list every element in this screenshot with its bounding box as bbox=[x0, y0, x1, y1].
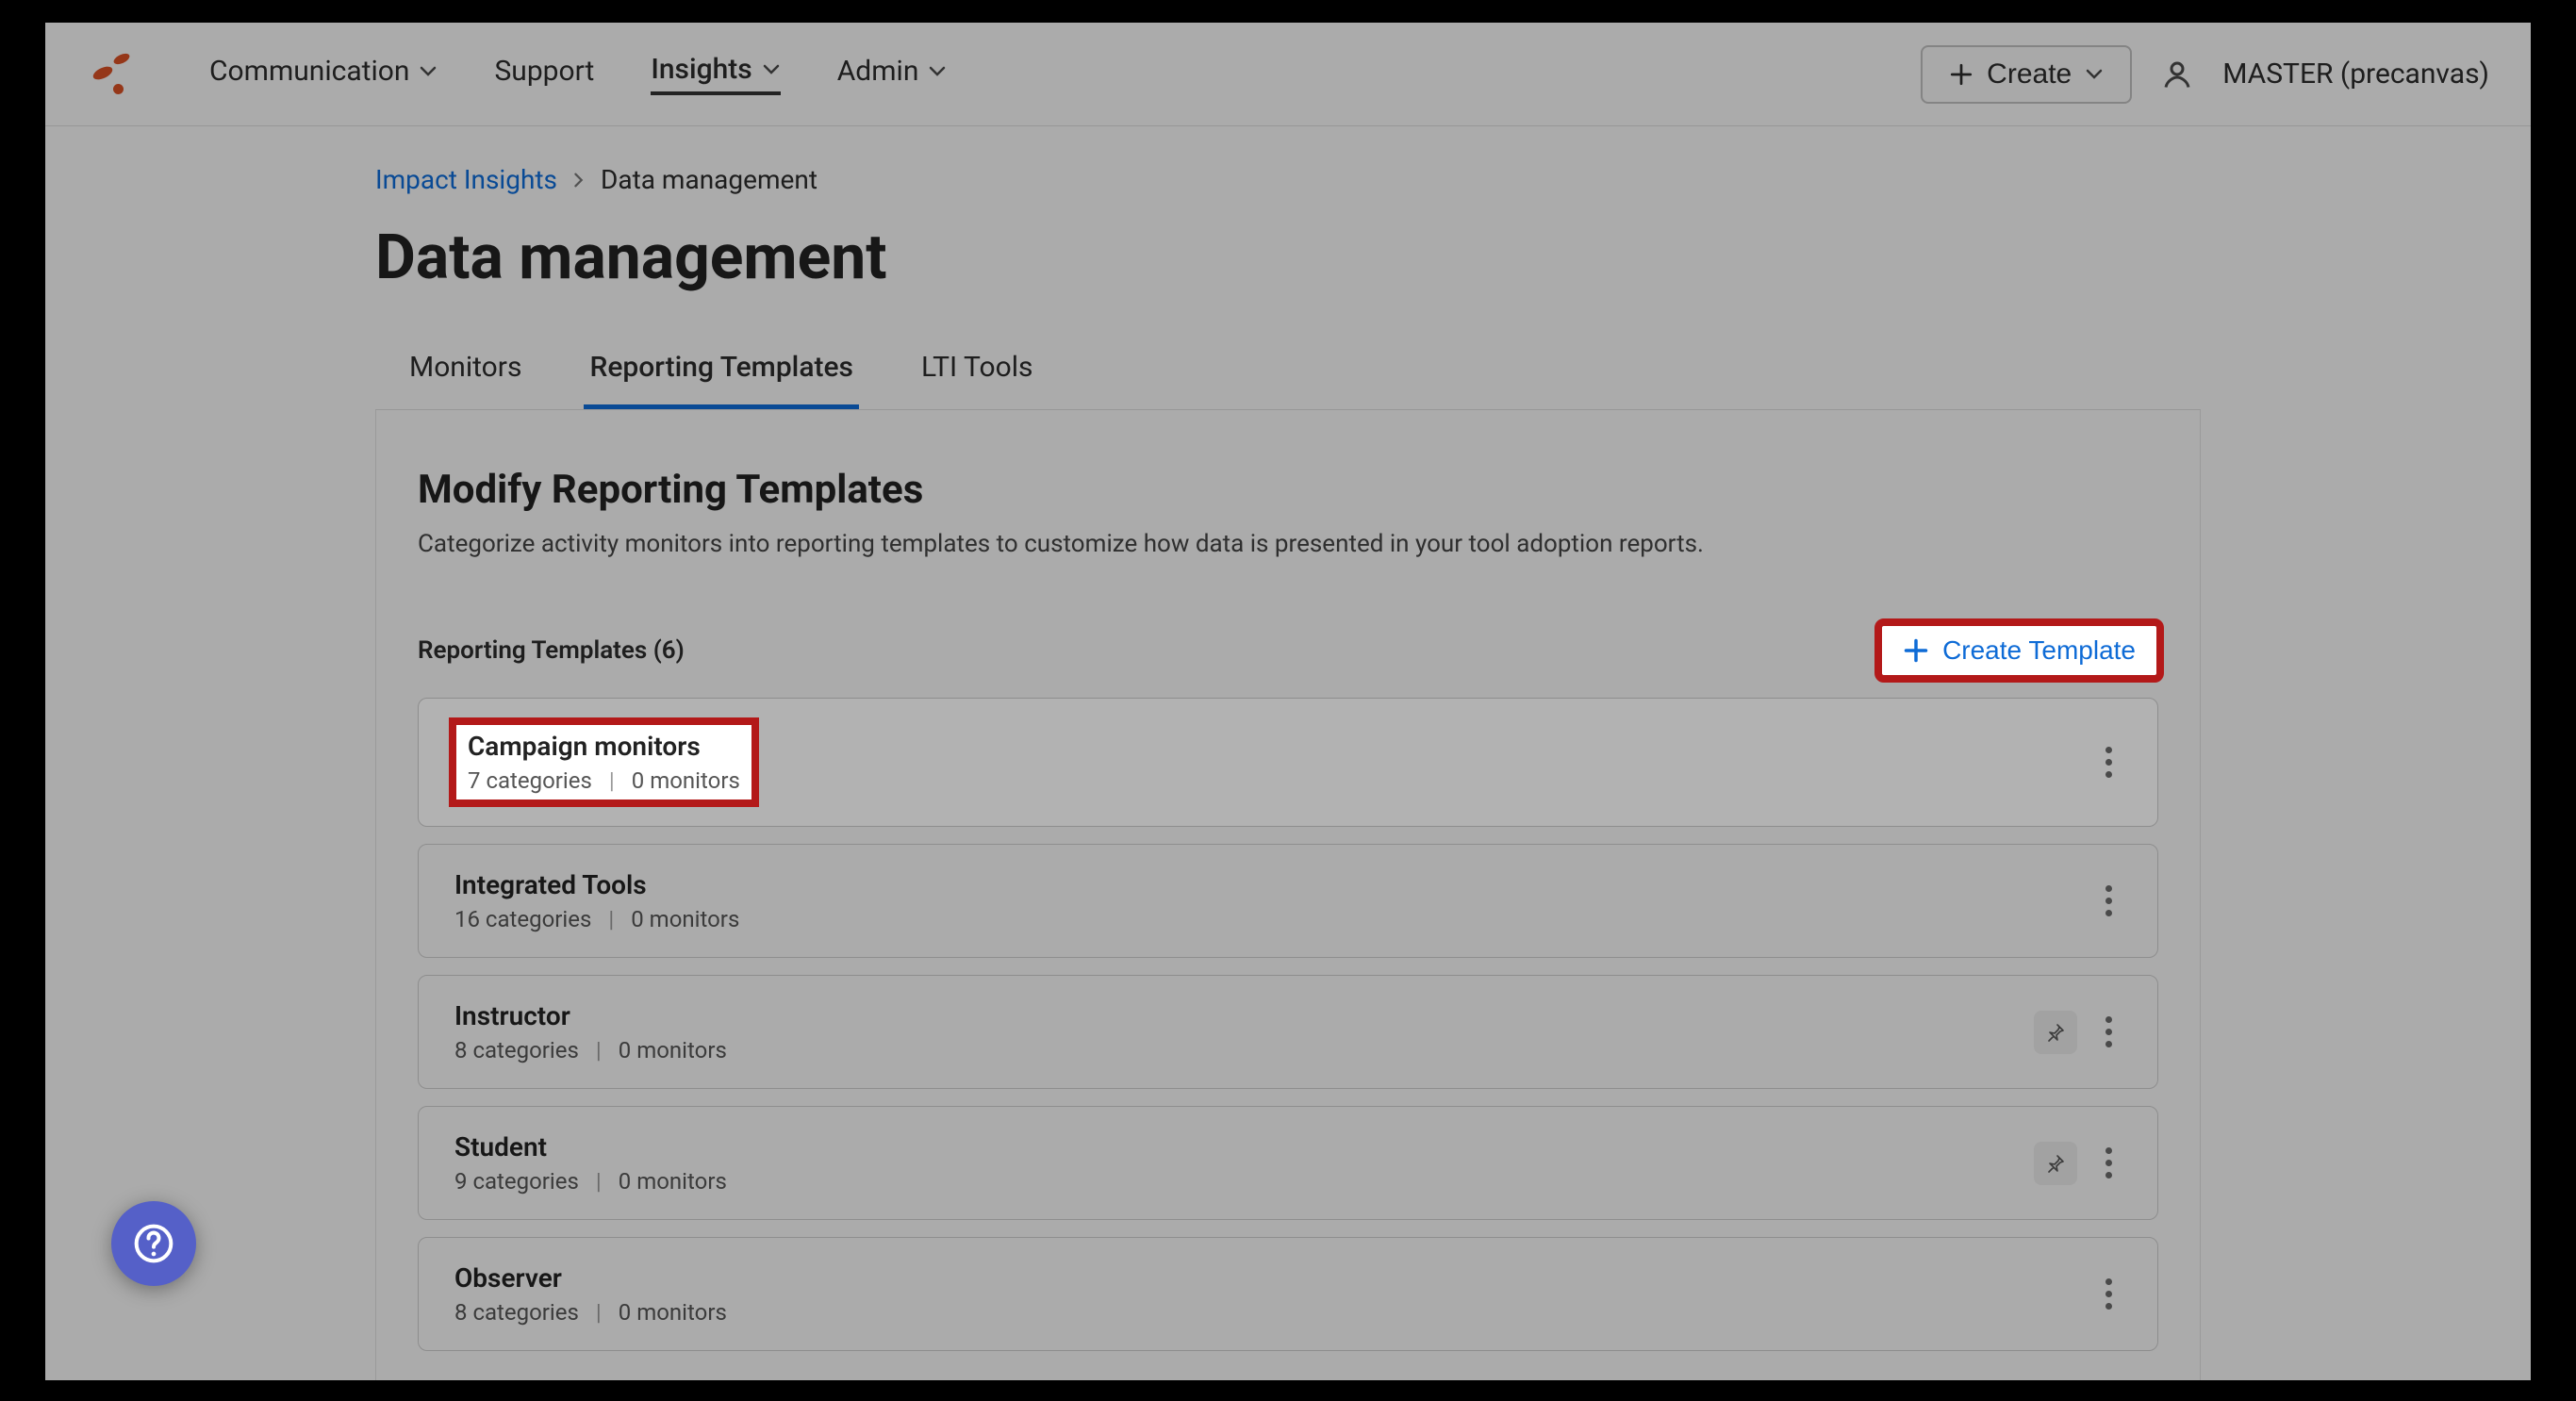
template-monitors: 0 monitors bbox=[619, 1168, 727, 1195]
nav-insights-label: Insights bbox=[651, 53, 751, 86]
template-card[interactable]: Integrated Tools 16 categories | 0 monitors bbox=[418, 844, 2158, 958]
kebab-menu-icon[interactable] bbox=[2096, 878, 2122, 924]
panel-title: Modify Reporting Templates bbox=[418, 467, 2158, 513]
template-categories: 9 categories bbox=[454, 1168, 579, 1195]
nav-admin[interactable]: Admin bbox=[837, 53, 948, 95]
nav-communication-label: Communication bbox=[209, 55, 409, 88]
pin-icon[interactable] bbox=[2034, 1142, 2077, 1185]
separator: | bbox=[596, 1299, 602, 1326]
kebab-menu-icon[interactable] bbox=[2096, 1271, 2122, 1317]
topbar: Communication Support Insights Admin Cre… bbox=[45, 23, 2531, 126]
separator: | bbox=[596, 1037, 602, 1063]
nav-support[interactable]: Support bbox=[494, 53, 594, 95]
template-card[interactable]: Observer 8 categories | 0 monitors bbox=[418, 1237, 2158, 1351]
chevron-down-icon bbox=[762, 60, 781, 79]
breadcrumb-root[interactable]: Impact Insights bbox=[375, 164, 557, 195]
panel-description: Categorize activity monitors into report… bbox=[418, 530, 2158, 558]
nav-admin-label: Admin bbox=[837, 55, 919, 88]
template-actions bbox=[2096, 1271, 2122, 1317]
template-card-info: Student 9 categories | 0 monitors bbox=[454, 1131, 727, 1195]
template-card[interactable]: Campaign monitors 7 categories | 0 monitors bbox=[418, 698, 2158, 827]
templates-list: Campaign monitors 7 categories | 0 monitors… bbox=[418, 698, 2158, 1351]
template-title: Student bbox=[454, 1131, 727, 1162]
tenant-label[interactable]: MASTER (precanvas) bbox=[2222, 58, 2489, 91]
page-title: Data management bbox=[375, 222, 2201, 294]
template-monitors: 0 monitors bbox=[619, 1299, 727, 1326]
breadcrumb: Impact Insights Data management bbox=[375, 164, 2201, 195]
nav-communication[interactable]: Communication bbox=[209, 53, 438, 95]
template-meta: 9 categories | 0 monitors bbox=[454, 1168, 727, 1195]
template-card[interactable]: Student 9 categories | 0 monitors bbox=[418, 1106, 2158, 1220]
template-meta: 16 categories | 0 monitors bbox=[454, 906, 739, 932]
create-template-label: Create Template bbox=[1942, 635, 2136, 666]
kebab-menu-icon[interactable] bbox=[2096, 1140, 2122, 1186]
create-button[interactable]: Create bbox=[1921, 45, 2132, 104]
user-icon[interactable] bbox=[2160, 58, 2194, 91]
template-meta: 8 categories | 0 monitors bbox=[454, 1037, 727, 1063]
pin-icon[interactable] bbox=[2034, 1011, 2077, 1054]
template-card-info: Campaign monitors 7 categories | 0 monitors bbox=[454, 723, 753, 801]
tab-monitors[interactable]: Monitors bbox=[404, 351, 527, 409]
plus-icon bbox=[1903, 637, 1929, 664]
template-monitors: 0 monitors bbox=[631, 906, 739, 932]
tab-lti-tools[interactable]: LTI Tools bbox=[916, 351, 1039, 409]
chevron-down-icon bbox=[928, 62, 947, 81]
question-icon bbox=[133, 1223, 174, 1264]
nav-insights[interactable]: Insights bbox=[651, 53, 780, 95]
template-card-info: Observer 8 categories | 0 monitors bbox=[454, 1262, 727, 1326]
template-actions bbox=[2034, 1009, 2122, 1055]
template-categories: 7 categories bbox=[468, 767, 592, 794]
template-actions bbox=[2034, 1140, 2122, 1186]
create-template-button[interactable]: Create Template bbox=[1880, 624, 2158, 677]
reporting-templates-panel: Modify Reporting Templates Categorize ac… bbox=[375, 410, 2201, 1380]
app: Communication Support Insights Admin Cre… bbox=[45, 23, 2531, 1380]
template-monitors: 0 monitors bbox=[632, 767, 740, 794]
template-actions bbox=[2096, 878, 2122, 924]
template-categories: 8 categories bbox=[454, 1299, 579, 1326]
template-categories: 16 categories bbox=[454, 906, 591, 932]
chevron-down-icon bbox=[2085, 65, 2104, 84]
breadcrumb-current: Data management bbox=[601, 164, 817, 195]
primary-nav: Communication Support Insights Admin bbox=[209, 53, 947, 95]
separator: | bbox=[608, 906, 614, 932]
logo bbox=[87, 51, 134, 98]
template-meta: 8 categories | 0 monitors bbox=[454, 1299, 727, 1326]
template-meta: 7 categories | 0 monitors bbox=[468, 767, 740, 794]
main: Impact Insights Data management Data man… bbox=[45, 126, 2531, 1380]
templates-count-label: Reporting Templates (6) bbox=[418, 636, 685, 665]
template-actions bbox=[2096, 739, 2122, 785]
template-card[interactable]: Instructor 8 categories | 0 monitors bbox=[418, 975, 2158, 1089]
template-categories: 8 categories bbox=[454, 1037, 579, 1063]
template-title: Integrated Tools bbox=[454, 869, 739, 900]
template-card-info: Integrated Tools 16 categories | 0 monitors bbox=[454, 869, 739, 932]
chevron-down-icon bbox=[419, 62, 438, 81]
template-title: Campaign monitors bbox=[468, 731, 740, 762]
separator: | bbox=[596, 1168, 602, 1195]
tab-reporting-templates[interactable]: Reporting Templates bbox=[584, 351, 859, 409]
create-button-label: Create bbox=[1987, 58, 2072, 91]
separator: | bbox=[609, 767, 615, 794]
plus-icon bbox=[1949, 62, 1973, 87]
tabs: Monitors Reporting Templates LTI Tools bbox=[375, 351, 2201, 410]
template-title: Observer bbox=[454, 1262, 727, 1294]
chevron-right-icon bbox=[570, 172, 587, 189]
help-fab[interactable] bbox=[111, 1201, 196, 1286]
kebab-menu-icon[interactable] bbox=[2096, 1009, 2122, 1055]
template-title: Instructor bbox=[454, 1000, 727, 1031]
kebab-menu-icon[interactable] bbox=[2096, 739, 2122, 785]
template-monitors: 0 monitors bbox=[619, 1037, 727, 1063]
templates-list-header: Reporting Templates (6) Create Template bbox=[418, 624, 2158, 677]
nav-support-label: Support bbox=[494, 55, 594, 88]
template-card-info: Instructor 8 categories | 0 monitors bbox=[454, 1000, 727, 1063]
